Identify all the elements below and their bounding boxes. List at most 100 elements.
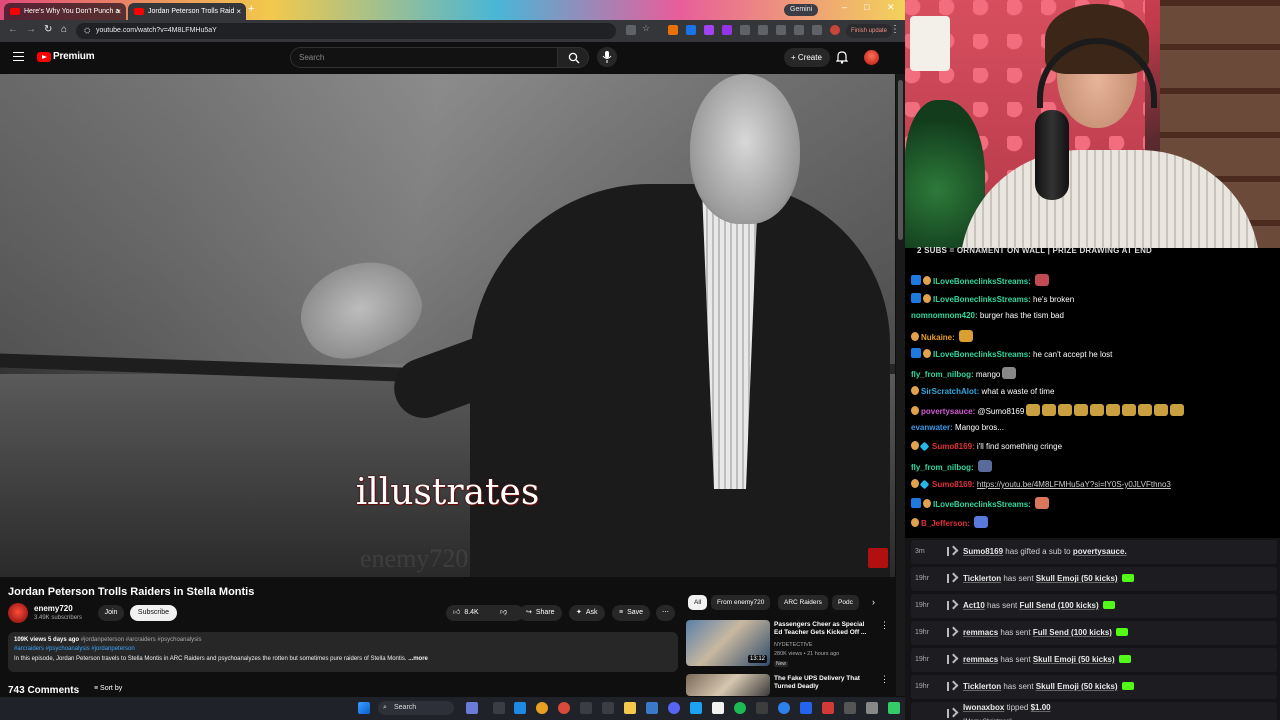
taskbar-app-icon[interactable]	[888, 702, 900, 714]
voice-search-button[interactable]	[597, 47, 617, 67]
show-more-link[interactable]: ...more	[408, 656, 428, 662]
chat-username[interactable]: ILoveBoneclinksStreams:	[933, 295, 1033, 304]
taskbar-app-icon[interactable]	[756, 702, 768, 714]
taskbar-app-icon[interactable]	[866, 702, 878, 714]
search-input[interactable]: Search	[290, 47, 558, 68]
event-username[interactable]: remmacs	[963, 628, 998, 637]
create-button[interactable]: + Create	[784, 48, 830, 67]
join-button[interactable]: Join	[98, 605, 124, 621]
maximize-icon[interactable]: □	[864, 2, 869, 12]
extension-icon[interactable]	[722, 25, 732, 35]
bookmark-star-icon[interactable]: ☆	[642, 23, 652, 33]
chat-username[interactable]: SirScratchAlot:	[921, 387, 981, 396]
chat-username[interactable]: ILoveBoneclinksStreams:	[933, 277, 1033, 286]
like-icon[interactable]: 👍︎	[453, 609, 460, 616]
close-tab-icon[interactable]: ×	[116, 3, 121, 20]
chat-username[interactable]: Sumo8169:	[932, 480, 977, 489]
chat-username[interactable]: ILoveBoneclinksStreams:	[933, 500, 1033, 509]
video-player[interactable]: illustrates enemy720	[0, 74, 895, 577]
event-username[interactable]: Ticklerton	[963, 682, 1001, 691]
extension-icon[interactable]	[668, 25, 678, 35]
taskbar-app-icon[interactable]	[712, 702, 724, 714]
chip-all[interactable]: All	[688, 595, 708, 610]
chat-username[interactable]: ILoveBoneclinksStreams:	[933, 350, 1033, 359]
ask-button[interactable]: ✦ Ask	[569, 605, 605, 621]
extension-icon[interactable]	[704, 25, 714, 35]
chat-username[interactable]: B_Jefferson:	[921, 519, 972, 528]
page-scrollbar-thumb[interactable]	[898, 80, 903, 240]
chat-username[interactable]: fly_from_nilbog:	[911, 370, 976, 379]
description-hashtags[interactable]: #arcraiders #psychoanalysis #jordanpeter…	[14, 646, 135, 652]
extension-icon[interactable]	[776, 25, 786, 35]
event-username[interactable]: Sumo8169	[963, 547, 1003, 556]
subscribe-button[interactable]: Subscribe	[130, 605, 177, 621]
save-button[interactable]: ≡ Save	[612, 605, 651, 621]
extension-icon[interactable]	[686, 25, 696, 35]
forward-icon[interactable]: →	[26, 24, 36, 35]
youtube-premium-logo[interactable]: Premium	[53, 51, 95, 62]
event-username[interactable]: Ticklerton	[963, 574, 1001, 583]
chrome-profile-icon[interactable]	[558, 702, 570, 714]
windows-start-icon[interactable]	[358, 702, 370, 714]
profile-avatar[interactable]	[830, 25, 840, 35]
discord-icon[interactable]	[668, 702, 680, 714]
extension-icon[interactable]	[740, 25, 750, 35]
notifications-bell-icon[interactable]	[836, 50, 848, 64]
extension-icon[interactable]	[794, 25, 804, 35]
taskbar-search[interactable]: ⌕ Search	[378, 701, 454, 715]
recommendation-thumbnail[interactable]	[686, 674, 770, 696]
spotify-icon[interactable]	[734, 702, 746, 714]
edge-browser-icon[interactable]	[514, 702, 526, 714]
taskbar-app-icon[interactable]	[602, 702, 614, 714]
description-tags-top[interactable]: #jordanpeterson #arcraiders #psychoanaly…	[81, 637, 202, 643]
steam-icon[interactable]	[646, 702, 658, 714]
site-info-icon[interactable]: ⛭	[84, 26, 90, 36]
recommendation-menu-icon[interactable]: ⋮	[880, 620, 889, 631]
event-username[interactable]: remmacs	[963, 655, 998, 664]
chat-username[interactable]: Nukaine:	[921, 333, 957, 342]
recommendation-title[interactable]: Passengers Cheer as Special Ed Teacher G…	[774, 621, 874, 637]
youtube-logo-icon[interactable]	[37, 52, 51, 62]
taskbar-app-icon[interactable]	[844, 702, 856, 714]
youtube-account-avatar[interactable]	[864, 50, 879, 65]
like-count[interactable]: 8.4K	[464, 609, 478, 616]
gemini-button[interactable]: Gemini	[784, 4, 819, 16]
extensions-puzzle-icon[interactable]	[758, 25, 768, 35]
taskbar-app-icon[interactable]	[580, 702, 592, 714]
reload-icon[interactable]: ↻	[44, 24, 52, 35]
browser-menu-icon[interactable]: ⋮	[890, 24, 900, 35]
recommendation-thumbnail[interactable]: 13:12	[686, 620, 770, 666]
chat-link[interactable]: https://youtu.be/4M8LFMHu5aY?si=lY0S-y0J…	[977, 480, 1171, 489]
chip-podcasts[interactable]: Podc	[832, 595, 859, 610]
extension-icon[interactable]	[812, 25, 822, 35]
taskbar-app-icon[interactable]	[822, 702, 834, 714]
hamburger-menu-icon[interactable]	[13, 52, 24, 61]
browser-tab-1[interactable]: Here's Why You Don't Punch a ×	[4, 3, 126, 20]
url-field[interactable]: ⛭ youtube.com/watch?v=4M8LFMHu5aY	[76, 23, 616, 39]
description-box[interactable]: 109K views 5 days ago #jordanpeterson #a…	[8, 632, 678, 672]
sort-comments-button[interactable]: ≡ Sort by	[94, 685, 122, 692]
taskbar-app-icon[interactable]	[690, 702, 702, 714]
close-tab-icon[interactable]: ×	[236, 3, 241, 20]
chat-username[interactable]: Sumo8169:	[932, 442, 977, 451]
new-tab-icon[interactable]: +	[248, 3, 254, 15]
chevron-right-icon[interactable]: ›	[872, 597, 875, 607]
chat-username[interactable]: povertysauce:	[921, 407, 977, 416]
taskbar-app-icon[interactable]	[466, 702, 478, 714]
channel-branding-icon[interactable]	[868, 548, 888, 568]
channel-avatar[interactable]	[8, 603, 28, 623]
chat-username[interactable]: fly_from_nilbog:	[911, 463, 976, 472]
recommendation-menu-icon[interactable]: ⋮	[880, 674, 889, 685]
chip-from-channel[interactable]: From enemy720	[711, 595, 771, 610]
search-button[interactable]	[557, 47, 589, 68]
close-window-icon[interactable]: ✕	[887, 2, 895, 13]
taskbar-app-icon[interactable]	[800, 702, 812, 714]
finish-update-button[interactable]: Finish update	[846, 24, 893, 38]
browser-tab-2[interactable]: Jordan Peterson Trolls Raid ×	[128, 3, 246, 20]
recommendation-channel[interactable]: NYDETECTIVE	[774, 642, 813, 648]
dislike-icon[interactable]: 👎︎	[500, 605, 507, 621]
home-icon[interactable]: ⌂	[61, 24, 67, 35]
event-username[interactable]: Act10	[963, 601, 985, 610]
chip-arc-raiders[interactable]: ARC Raiders	[778, 595, 828, 610]
minimize-icon[interactable]: –	[842, 2, 847, 12]
